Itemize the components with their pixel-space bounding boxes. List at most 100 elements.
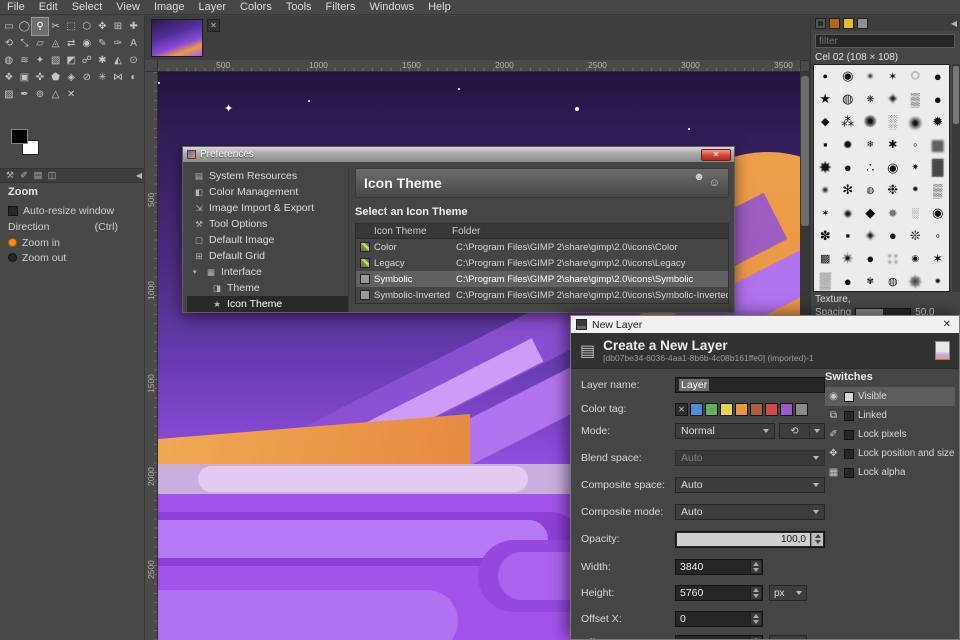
tool-icon[interactable]: ◐: [126, 69, 142, 86]
expander-icon[interactable]: ▾: [193, 268, 201, 276]
spin-down-icon[interactable]: [753, 594, 759, 598]
spin-up-icon[interactable]: [753, 588, 759, 592]
brush-thumbnail[interactable]: •: [927, 270, 950, 292]
collapse-dock-icon[interactable]: ◀: [136, 171, 142, 180]
brush-thumbnail[interactable]: ◉: [904, 111, 927, 134]
tool-icon[interactable]: ⤡: [17, 35, 33, 52]
brush-thumbnail[interactable]: ✸: [814, 156, 837, 179]
tree-item-icon-theme[interactable]: ★ Icon Theme: [187, 296, 348, 312]
brush-thumbnail[interactable]: ∷: [882, 247, 905, 270]
tool-icon[interactable]: ✦: [32, 52, 48, 69]
brush-grid-scrollbar[interactable]: [952, 64, 960, 292]
tool-icon[interactable]: ◯: [17, 18, 33, 35]
brush-thumbnail[interactable]: ●: [814, 65, 837, 88]
brush-filter-input[interactable]: [815, 34, 955, 48]
brush-thumbnail[interactable]: ▒: [904, 88, 927, 111]
color-tag-swatch[interactable]: [705, 403, 718, 416]
switch-lock-position[interactable]: ✥ Lock position and size: [825, 444, 955, 463]
tool-icon[interactable]: ⚲: [32, 18, 48, 35]
tool-icon[interactable]: ⊞: [110, 18, 126, 35]
close-tab-icon[interactable]: ✕: [207, 19, 220, 32]
table-row-symbolic[interactable]: Symbolic C:\Program Files\GIMP 2\share\g…: [356, 271, 728, 287]
blend-space-select[interactable]: Auto: [675, 450, 825, 466]
tool-icon[interactable]: ▱: [32, 35, 48, 52]
tree-item-image-import-export[interactable]: ⇲ Image Import & Export: [187, 200, 348, 216]
brush-thumbnail[interactable]: ●: [927, 65, 950, 88]
tool-icon[interactable]: ✑: [110, 35, 126, 52]
brush-thumbnail[interactable]: ✶: [814, 202, 837, 225]
tool-icon[interactable]: ◍: [1, 52, 17, 69]
brush-thumbnail[interactable]: •: [859, 65, 882, 88]
brush-thumbnail[interactable]: ▓: [927, 156, 950, 179]
tool-icon[interactable]: ✥: [95, 18, 111, 35]
spin-up-icon[interactable]: [753, 614, 759, 618]
zoom-in-radio[interactable]: [8, 238, 17, 247]
color-tag-swatch[interactable]: [765, 403, 778, 416]
brush-thumbnail[interactable]: ✱: [882, 133, 905, 156]
brush-thumbnail[interactable]: ◍: [837, 88, 860, 111]
brush-thumbnail[interactable]: ▦: [927, 133, 950, 156]
tool-icon[interactable]: ⬟: [48, 69, 64, 86]
horizontal-ruler[interactable]: 500100015002000250030003500: [158, 60, 800, 72]
brush-thumbnail[interactable]: ◆: [814, 111, 837, 134]
menu-item[interactable]: View: [109, 0, 147, 14]
menu-item[interactable]: Filters: [319, 0, 363, 14]
brush-thumbnail[interactable]: ❄: [859, 133, 882, 156]
tool-icon[interactable]: ⊙: [126, 52, 142, 69]
brush-thumbnail[interactable]: ❉: [882, 179, 905, 202]
color-tag-swatch[interactable]: [750, 403, 763, 416]
brush-thumbnail[interactable]: ▒: [814, 270, 837, 292]
spin-up-icon[interactable]: [815, 534, 821, 538]
tool-icon[interactable]: ✕: [63, 86, 79, 103]
brush-thumbnail[interactable]: ●: [882, 225, 905, 248]
spinner-buttons[interactable]: [750, 613, 761, 625]
tool-options-tab-icon[interactable]: ⚒: [3, 170, 17, 181]
tool-icon[interactable]: ▣: [17, 69, 33, 86]
brush-thumbnail[interactable]: ✹: [927, 111, 950, 134]
width-input[interactable]: 3840: [675, 559, 763, 575]
preferences-titlebar[interactable]: Preferences ✕: [183, 147, 734, 162]
brush-thumbnail[interactable]: ✽: [814, 225, 837, 248]
image-tab-thumbnail[interactable]: [151, 19, 203, 57]
spin-down-icon[interactable]: [815, 540, 821, 544]
brush-thumbnail[interactable]: ◉: [837, 65, 860, 88]
brush-thumbnail[interactable]: ▒: [927, 179, 950, 202]
tool-icon[interactable]: ◉: [79, 35, 95, 52]
brush-thumbnail[interactable]: ★: [814, 88, 837, 111]
unit-select[interactable]: px: [769, 585, 807, 601]
tool-icon[interactable]: ◩: [63, 52, 79, 69]
tool-icon[interactable]: ✱: [95, 52, 111, 69]
tool-icon[interactable]: ◭: [110, 52, 126, 69]
color-tag-swatch[interactable]: [720, 403, 733, 416]
brush-thumbnail[interactable]: ✻: [837, 179, 860, 202]
brushes-tab-icon[interactable]: [815, 18, 826, 29]
switch-lock-alpha[interactable]: ▦ Lock alpha: [825, 463, 955, 482]
brush-thumbnail[interactable]: ◦: [927, 225, 950, 248]
brush-thumbnail[interactable]: ░: [904, 202, 927, 225]
color-tag-swatch[interactable]: [735, 403, 748, 416]
menu-item[interactable]: Colors: [233, 0, 279, 14]
tool-icon[interactable]: ⬚: [63, 18, 79, 35]
brush-thumbnail[interactable]: ▩: [814, 247, 837, 270]
tool-icon[interactable]: ◈: [63, 69, 79, 86]
composite-mode-select[interactable]: Auto: [675, 504, 825, 520]
table-row-legacy[interactable]: Legacy C:\Program Files\GIMP 2\share\gim…: [356, 255, 728, 271]
menu-item[interactable]: Help: [421, 0, 458, 14]
brush-thumbnail[interactable]: ●: [837, 133, 860, 156]
tree-item-theme[interactable]: ◨ Theme: [187, 280, 348, 296]
tree-item-system-resources[interactable]: ▤ System Resources: [187, 168, 348, 184]
brush-thumbnail[interactable]: ✷: [904, 156, 927, 179]
table-row-symbolic-inverted[interactable]: Symbolic-Inverted C:\Program Files\GIMP …: [356, 287, 728, 303]
opacity-slider[interactable]: 100,0: [675, 531, 825, 548]
tree-item-default-image[interactable]: ▢ Default Image: [187, 232, 348, 248]
color-tag-swatch[interactable]: [780, 403, 793, 416]
tree-item-color-management[interactable]: ◧ Color Management: [187, 184, 348, 200]
vertical-ruler[interactable]: 50010001500200025003000: [145, 72, 158, 640]
switch-lock-pixels[interactable]: ✐ Lock pixels: [825, 425, 955, 444]
zoom-out-radio[interactable]: [8, 253, 17, 262]
scrollbar-thumb[interactable]: [801, 76, 809, 226]
mode-switch-button[interactable]: ⟲: [779, 423, 825, 439]
brush-thumbnail[interactable]: ✦: [882, 88, 905, 111]
brush-thumbnail[interactable]: ◉: [904, 247, 927, 270]
close-button[interactable]: ✕: [701, 149, 731, 161]
